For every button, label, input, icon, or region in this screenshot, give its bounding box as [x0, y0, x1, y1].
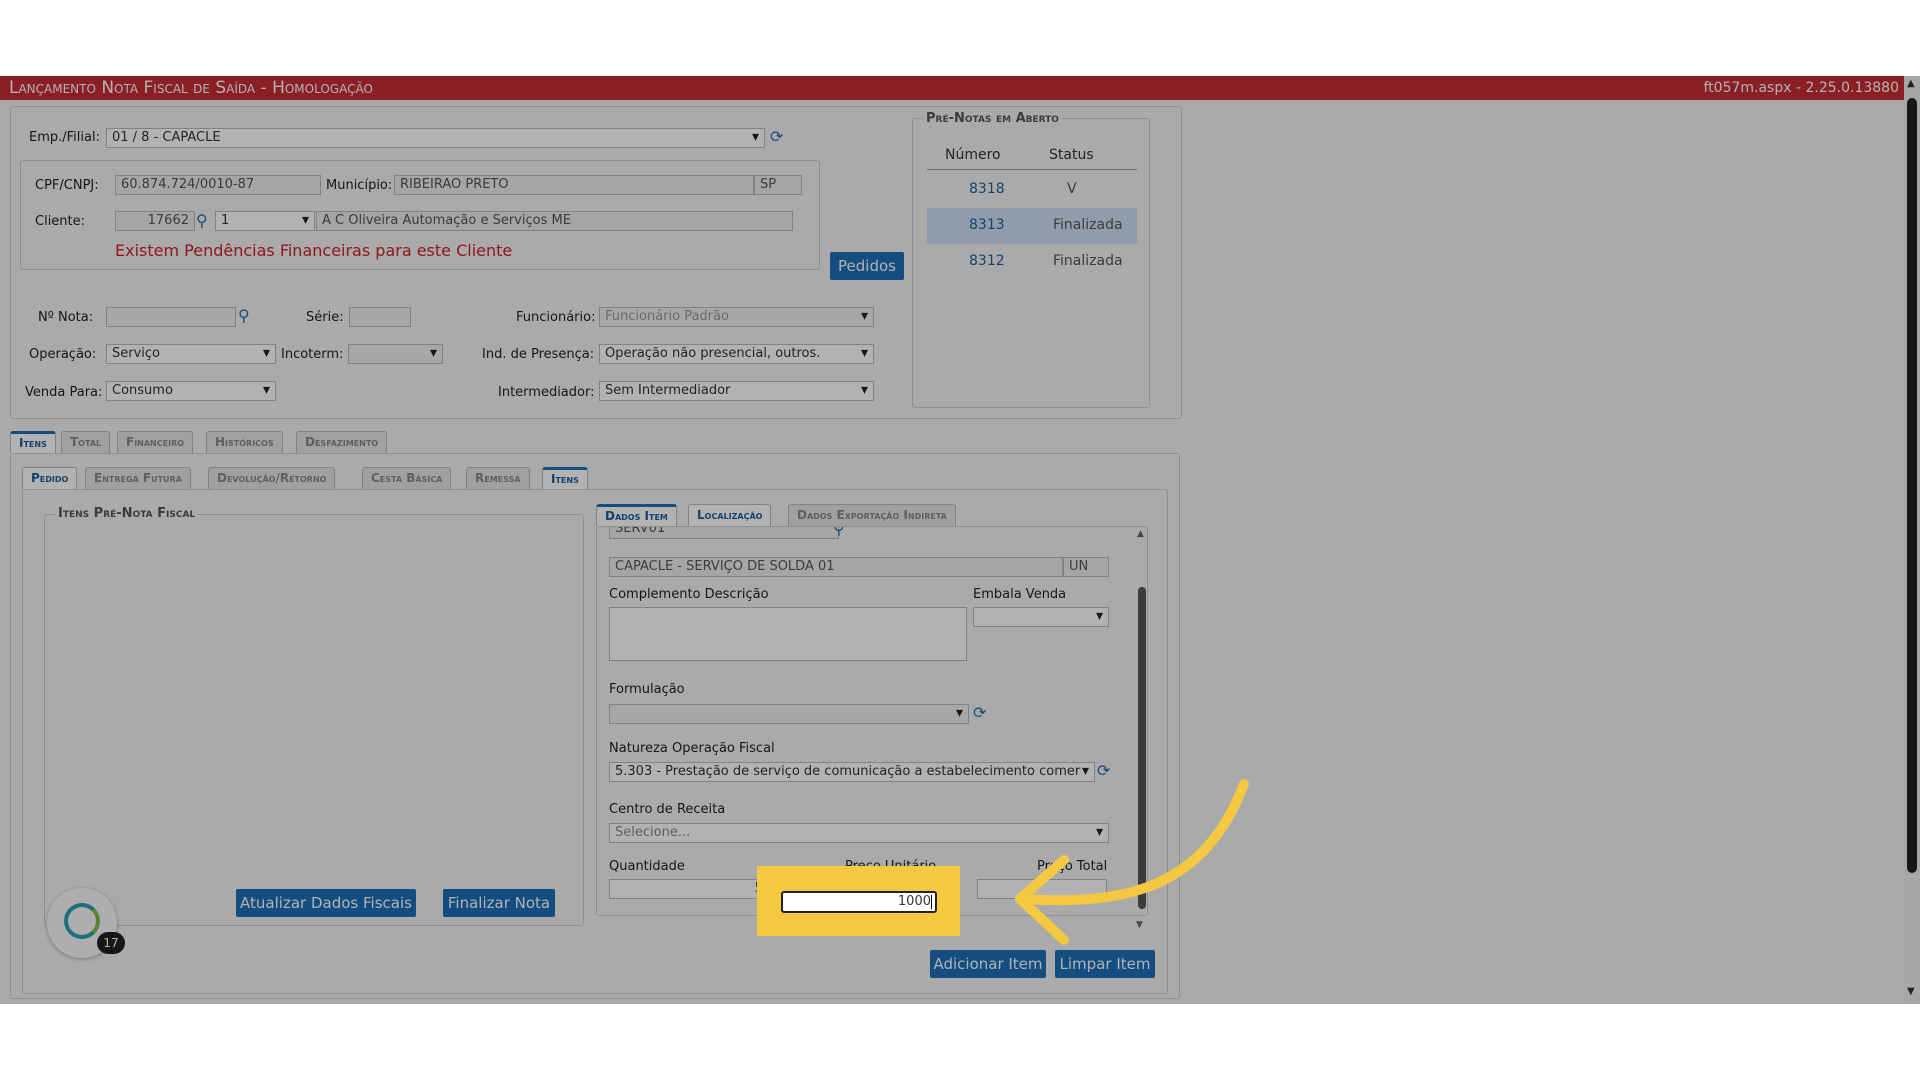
- arrow-annotation-icon: [1015, 779, 1249, 945]
- app-frame: Lançamento Nota Fiscal de Saída - Homolo…: [0, 76, 1920, 1004]
